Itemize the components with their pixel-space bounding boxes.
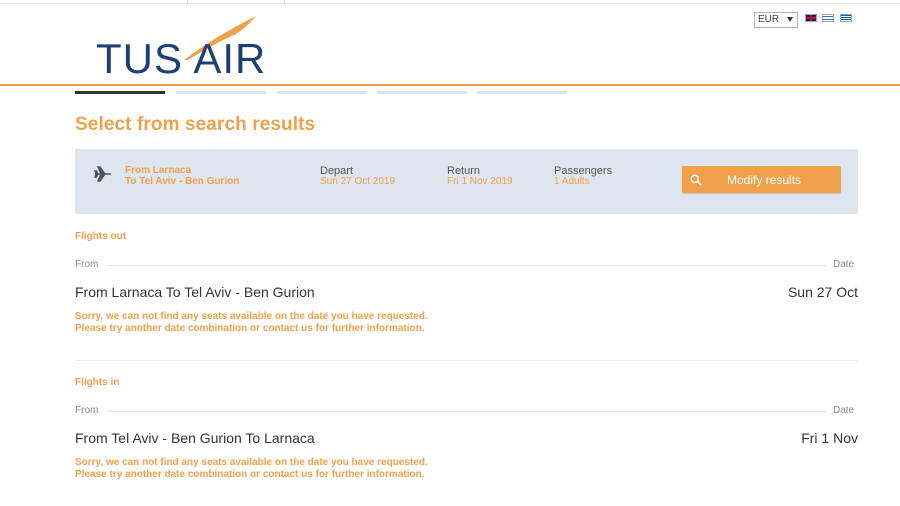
modify-results-label: Modify results (727, 173, 802, 187)
booking-steps (75, 91, 575, 95)
flights-in-route: From Tel Aviv - Ben Gurion To Larnaca (75, 430, 315, 446)
return-value: Fri 1 Nov 2019 (447, 176, 513, 187)
tusair-logo[interactable]: TUS AIR (96, 14, 286, 82)
flights-out-date: Sun 27 Oct (787, 284, 858, 300)
search-summary: From Larnaca To Tel Aviv - Ben Gurion De… (75, 149, 858, 214)
site-header: TUS AIR EUR (0, 4, 900, 86)
flights-out-title: Flights out (75, 231, 127, 242)
flights-in-header-rule (108, 411, 826, 412)
page-title: Select from search results (75, 114, 316, 135)
section-divider (75, 360, 858, 361)
flights-in-title: Flights in (75, 377, 120, 388)
chevron-down-icon (787, 17, 793, 22)
depart-value: Sun 27 Oct 2019 (320, 176, 396, 187)
flights-in-from-header: From (75, 405, 99, 416)
flights-out-date-header: Date (833, 259, 855, 270)
flights-out-from-header: From (75, 259, 99, 270)
summary-route-to: To Tel Aviv - Ben Gurion (125, 176, 240, 187)
currency-value: EUR (758, 14, 780, 25)
uk-flag-icon[interactable] (805, 14, 817, 22)
flights-out-route: From Larnaca To Tel Aviv - Ben Gurion (75, 284, 315, 300)
flights-out-no-seats-line1: Sorry, we can not find any seats availab… (75, 311, 428, 322)
flights-in-date: Fri 1 Nov (801, 430, 858, 446)
logo-text: TUS AIR (96, 35, 267, 82)
step-3 (277, 91, 367, 94)
plane-icon (94, 166, 111, 182)
step-2 (176, 91, 266, 94)
flights-out-header-rule (108, 265, 826, 266)
step-4 (377, 91, 467, 94)
flights-in-no-seats-line1: Sorry, we can not find any seats availab… (75, 457, 428, 468)
summary-route-from: From Larnaca (125, 165, 192, 176)
step-1-active (75, 91, 165, 94)
flights-in-no-seats-line2: Please try another date combination or c… (75, 469, 425, 480)
currency-select[interactable]: EUR (754, 12, 798, 28)
flights-out-no-seats-line2: Please try another date combination or c… (75, 323, 425, 334)
israel-flag-icon[interactable] (822, 14, 834, 22)
passengers-value: 1 Adults (554, 176, 590, 187)
step-5 (477, 91, 567, 94)
greece-flag-icon[interactable] (840, 14, 852, 22)
search-icon (690, 174, 702, 186)
modify-results-button[interactable]: Modify results (682, 166, 841, 193)
flights-in-date-header: Date (833, 405, 855, 416)
